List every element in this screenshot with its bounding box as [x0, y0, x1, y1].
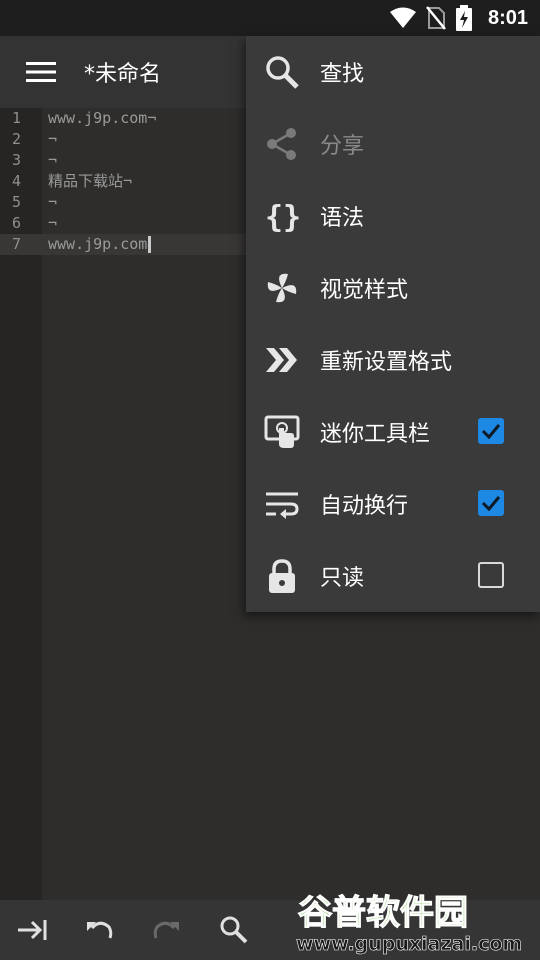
read-only-checkbox[interactable]	[478, 562, 504, 588]
menu-item-label: 重新设置格式	[320, 350, 453, 375]
line-text: 精品下载站¬	[48, 172, 133, 190]
text-cursor	[148, 236, 152, 253]
undo-icon[interactable]	[84, 914, 116, 946]
line-number: 1	[12, 109, 22, 127]
pinwheel-icon	[267, 273, 297, 303]
menu-item-label: 只读	[320, 566, 365, 591]
overflow-menu: 查找 分享 {} 语法 视觉样式 重新设置格式 迷你工具栏 自动换行 只读	[246, 36, 540, 612]
menu-item-label: 自动换行	[320, 494, 409, 519]
search-icon	[266, 56, 299, 89]
status-bar: 8:01	[0, 0, 540, 36]
menu-item-label: 分享	[320, 134, 365, 159]
menu-item-label: 查找	[320, 62, 365, 87]
share-icon	[267, 128, 296, 160]
search-icon[interactable]	[218, 914, 250, 946]
status-time: 8:01	[487, 6, 528, 29]
line-number: 4	[12, 172, 22, 190]
checkmark-icon	[481, 424, 501, 440]
document-title: *未命名	[84, 62, 162, 87]
menu-item-syntax[interactable]: {} 语法	[246, 180, 540, 252]
menu-item-label: 视觉样式	[320, 278, 409, 303]
svg-text:谷普软件园: 谷普软件园	[298, 893, 468, 933]
braces-icon: {}	[265, 200, 300, 234]
line-number: 3	[12, 151, 22, 169]
touch-screen-icon	[264, 415, 300, 448]
menu-item-visual-style[interactable]: 视觉样式	[246, 252, 540, 324]
checkmark-icon	[481, 496, 501, 512]
line-text: www.j9p.com	[48, 234, 152, 255]
line-text: ¬	[48, 193, 58, 211]
site-watermark-logo: 谷普软件园 www.gupuxiazai.com	[296, 892, 523, 955]
double-chevron-icon	[266, 348, 297, 372]
wrap-text-icon	[266, 492, 299, 519]
wifi-icon	[389, 7, 416, 28]
line-number: 5	[12, 193, 22, 211]
svg-text:{}: {}	[265, 200, 300, 234]
line-text: ¬	[48, 130, 58, 148]
line-text: www.j9p.com¬	[48, 109, 157, 127]
word-wrap-checkbox[interactable]	[478, 490, 504, 516]
line-number: 6	[12, 214, 22, 232]
status-icons: 8:01	[389, 0, 528, 36]
line-text: ¬	[48, 214, 58, 232]
no-sim-icon	[426, 6, 446, 30]
menu-item-label: 迷你工具栏	[320, 422, 431, 447]
hamburger-menu-icon[interactable]	[26, 60, 56, 84]
mini-toolbar-checkbox[interactable]	[478, 418, 504, 444]
menu-item-word-wrap[interactable]: 自动换行	[246, 468, 540, 540]
line-text-content: www.j9p.com	[48, 235, 148, 253]
svg-text:www.gupuxiazai.com: www.gupuxiazai.com	[296, 933, 522, 955]
line-number: 7	[12, 235, 22, 253]
menu-item-read-only[interactable]: 只读	[246, 540, 540, 612]
menu-item-share[interactable]: 分享	[246, 108, 540, 180]
redo-icon[interactable]	[150, 914, 182, 946]
menu-item-find[interactable]: 查找	[246, 36, 540, 108]
line-text: ¬	[48, 151, 58, 169]
menu-item-reformat[interactable]: 重新设置格式	[246, 324, 540, 396]
menu-item-mini-toolbar[interactable]: 迷你工具栏	[246, 396, 540, 468]
menu-item-label: 语法	[320, 206, 365, 231]
line-number: 2	[12, 130, 22, 148]
lock-icon	[269, 559, 295, 593]
battery-charging-icon	[455, 5, 472, 31]
tab-indent-icon[interactable]	[16, 914, 48, 946]
